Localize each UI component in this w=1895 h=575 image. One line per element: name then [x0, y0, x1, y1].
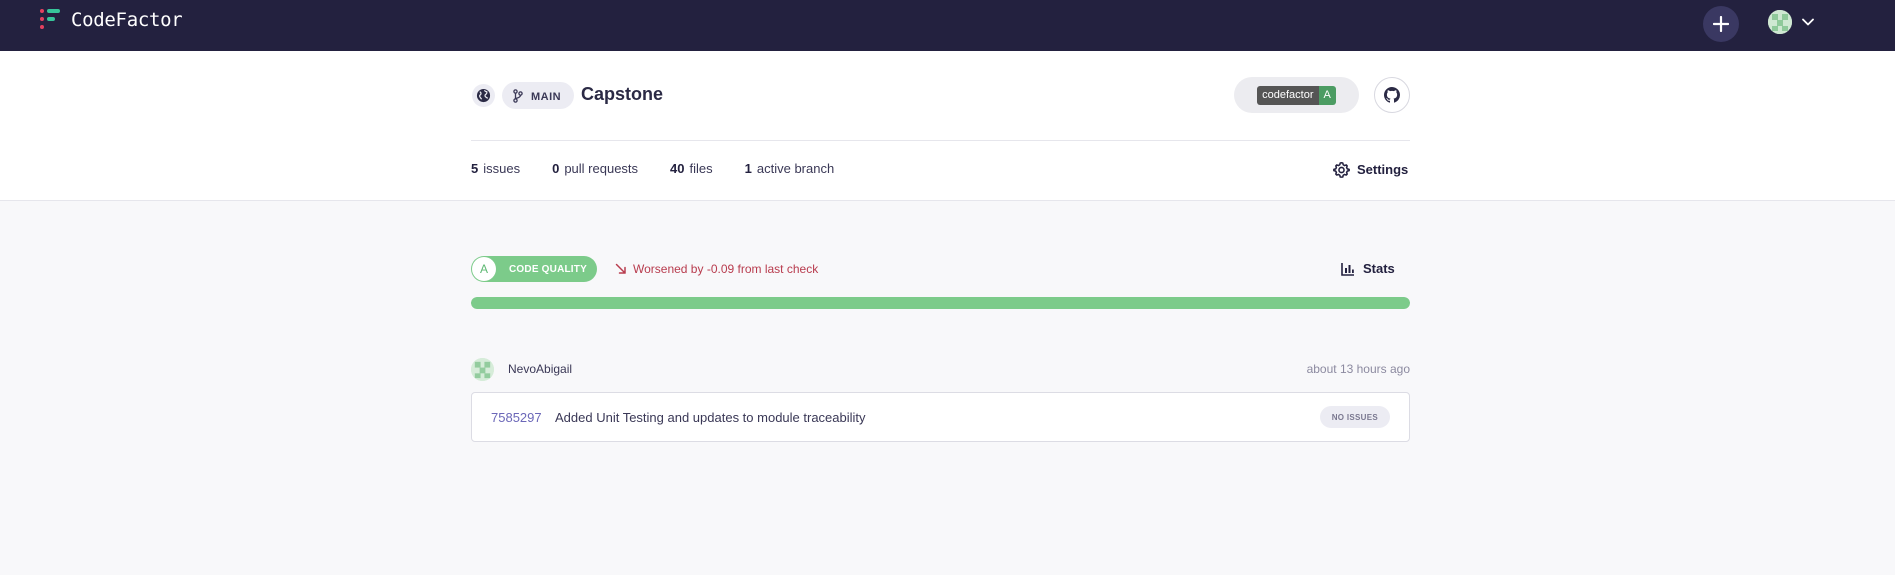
stat-count: 40 — [670, 161, 685, 176]
commit-author[interactable]: NevoAbigail — [508, 362, 572, 376]
repo-header — [0, 51, 1895, 201]
quality-progress-bar — [471, 297, 1410, 309]
quality-grade: A — [472, 257, 496, 281]
commit-row[interactable]: 7585297 Added Unit Testing and updates t… — [471, 392, 1410, 442]
settings-label: Settings — [1357, 162, 1409, 177]
stat-label: issues — [483, 161, 521, 176]
trend-down-icon — [615, 263, 626, 274]
stat-files[interactable]: 40 files — [670, 161, 713, 176]
app-name: CodeFactor — [71, 9, 183, 31]
header-divider — [471, 140, 1410, 141]
github-link-button[interactable] — [1374, 77, 1410, 113]
stats-button[interactable]: Stats — [1341, 261, 1395, 276]
stat-count: 0 — [552, 161, 560, 176]
stat-count: 1 — [744, 161, 752, 176]
chevron-down-icon — [1802, 18, 1814, 26]
branch-selector[interactable]: MAIN — [502, 82, 575, 109]
stat-count: 5 — [471, 161, 479, 176]
codefactor-logo-icon — [40, 6, 62, 34]
commit-time: about 13 hours ago — [1306, 362, 1410, 376]
stat-label: files — [689, 161, 713, 176]
commit-message: Added Unit Testing and updates to module… — [555, 410, 866, 425]
top-navbar: CodeFactor — [0, 0, 1895, 51]
app-logo[interactable]: CodeFactor — [40, 6, 183, 34]
stat-label: active branch — [756, 161, 835, 176]
stat-issues[interactable]: 5 issues — [471, 161, 520, 176]
commit-status-badge: NO ISSUES — [1319, 406, 1390, 428]
commit-author-avatar — [471, 358, 494, 381]
bar-chart-icon — [1341, 262, 1354, 276]
stats-label: Stats — [1363, 261, 1395, 276]
badge-label: codefactor — [1257, 85, 1319, 105]
repo-title[interactable]: Capstone — [581, 84, 663, 105]
branch-name: MAIN — [531, 90, 562, 103]
public-repo-indicator — [472, 84, 495, 107]
gear-icon — [1333, 161, 1350, 178]
settings-button[interactable]: Settings — [1333, 161, 1408, 178]
codefactor-badge: codefactor A — [1257, 85, 1336, 105]
globe-icon — [476, 88, 491, 103]
quality-label: CODE QUALITY — [509, 263, 587, 275]
plus-icon — [1713, 16, 1729, 32]
stat-active-branch[interactable]: 1 active branch — [745, 161, 835, 176]
quality-change: Worsened by -0.09 from last check — [615, 262, 818, 276]
avatar-icon — [1768, 10, 1792, 34]
quality-change-text: Worsened by -0.09 from last check — [633, 262, 819, 276]
add-repository-button[interactable] — [1703, 6, 1739, 42]
branch-icon — [513, 88, 523, 103]
stat-pull-requests[interactable]: 0 pull requests — [552, 161, 638, 176]
quality-progress-fill — [471, 297, 1410, 309]
stat-label: pull requests — [564, 161, 639, 176]
badge-grade: A — [1318, 85, 1336, 105]
code-quality-badge[interactable]: A CODE QUALITY — [471, 256, 597, 282]
commit-sha-link[interactable]: 7585297 — [491, 410, 542, 425]
github-icon — [1384, 87, 1400, 103]
user-menu-button[interactable] — [1768, 10, 1814, 34]
repo-stats: 5 issues 0 pull requests 40 files 1 acti… — [471, 161, 866, 176]
codefactor-badge-button[interactable]: codefactor A — [1234, 77, 1359, 113]
